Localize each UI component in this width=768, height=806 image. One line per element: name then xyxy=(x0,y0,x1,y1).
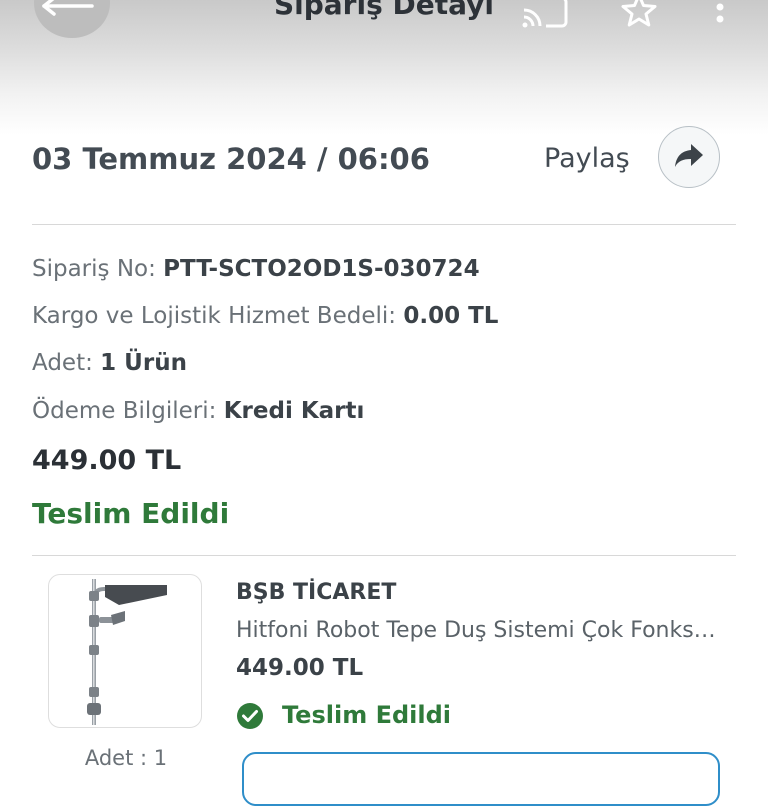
item-quantity: Adet : 1 xyxy=(84,746,168,770)
order-status: Teslim Edildi xyxy=(32,497,230,530)
item-action-button[interactable] xyxy=(242,752,720,806)
divider xyxy=(32,224,736,225)
payment-row: Ödeme Bilgileri: Kredi Kartı xyxy=(32,398,364,424)
app-bar: Sipariş Detayı xyxy=(0,0,768,135)
order-total: 449.00 TL xyxy=(32,445,182,476)
product-name[interactable]: Hitfoni Robot Tepe Duş Sistemi Çok Fonks… xyxy=(236,618,716,643)
quantity-value: 1 Ürün xyxy=(100,350,187,376)
order-number-row: Sipariş No: PTT-SCTO2OD1S-030724 xyxy=(32,256,480,282)
star-icon[interactable] xyxy=(620,0,658,28)
product-image[interactable] xyxy=(48,574,202,728)
quantity-label: Adet: xyxy=(32,350,93,376)
order-date: 03 Temmuz 2024 / 06:06 xyxy=(32,142,430,176)
seller-name[interactable]: BŞB TİCARET xyxy=(236,580,396,605)
product-price: 449.00 TL xyxy=(236,655,364,681)
order-number-label: Sipariş No: xyxy=(32,256,156,282)
share-arrow-icon xyxy=(675,144,703,167)
shipping-fee-value: 0.00 TL xyxy=(403,303,499,329)
share-button[interactable] xyxy=(658,126,720,188)
check-circle-icon xyxy=(237,703,263,729)
order-number-value: PTT-SCTO2OD1S-030724 xyxy=(163,256,480,282)
item-status: Teslim Edildi xyxy=(282,701,451,729)
payment-value: Kredi Kartı xyxy=(223,398,365,424)
payment-label: Ödeme Bilgileri: xyxy=(32,398,217,424)
shipping-fee-label: Kargo ve Lojistik Hizmet Bedeli: xyxy=(32,303,397,329)
more-vertical-icon[interactable] xyxy=(712,0,728,28)
share-label[interactable]: Paylaş xyxy=(544,143,630,174)
shower-system-image xyxy=(87,579,167,725)
cast-icon[interactable] xyxy=(522,0,568,28)
quantity-row: Adet: 1 Ürün xyxy=(32,350,187,376)
shipping-fee-row: Kargo ve Lojistik Hizmet Bedeli: 0.00 TL xyxy=(32,303,498,329)
divider xyxy=(32,555,736,556)
